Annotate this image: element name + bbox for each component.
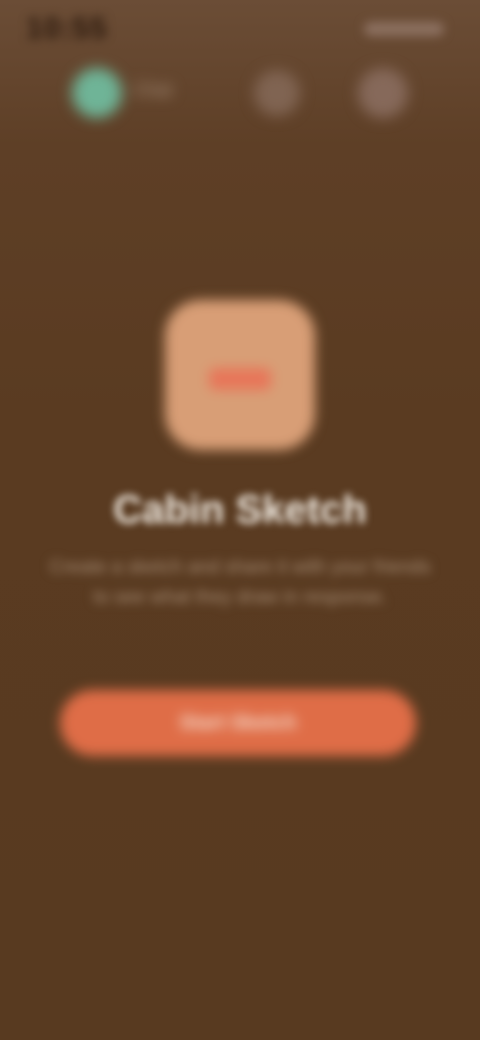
nav-title[interactable]: Chat — [134, 80, 172, 101]
status-time: 10:55 — [26, 12, 108, 45]
app-icon-mark — [209, 368, 271, 390]
status-bar: 10:55 — [0, 0, 480, 60]
main-content: Cabin Sketch Create a sketch and share i… — [0, 300, 480, 613]
app-icon — [165, 300, 315, 450]
app-description: Create a sketch and share it with your f… — [49, 557, 431, 608]
start-button[interactable]: Start Sketch — [60, 690, 416, 756]
top-navigation: Chat — [0, 60, 480, 136]
call-icon[interactable] — [254, 70, 300, 116]
status-indicators-icon — [364, 22, 444, 36]
avatar-icon[interactable] — [72, 68, 122, 118]
app-title: Cabin Sketch — [113, 488, 367, 532]
menu-icon[interactable] — [358, 68, 408, 118]
